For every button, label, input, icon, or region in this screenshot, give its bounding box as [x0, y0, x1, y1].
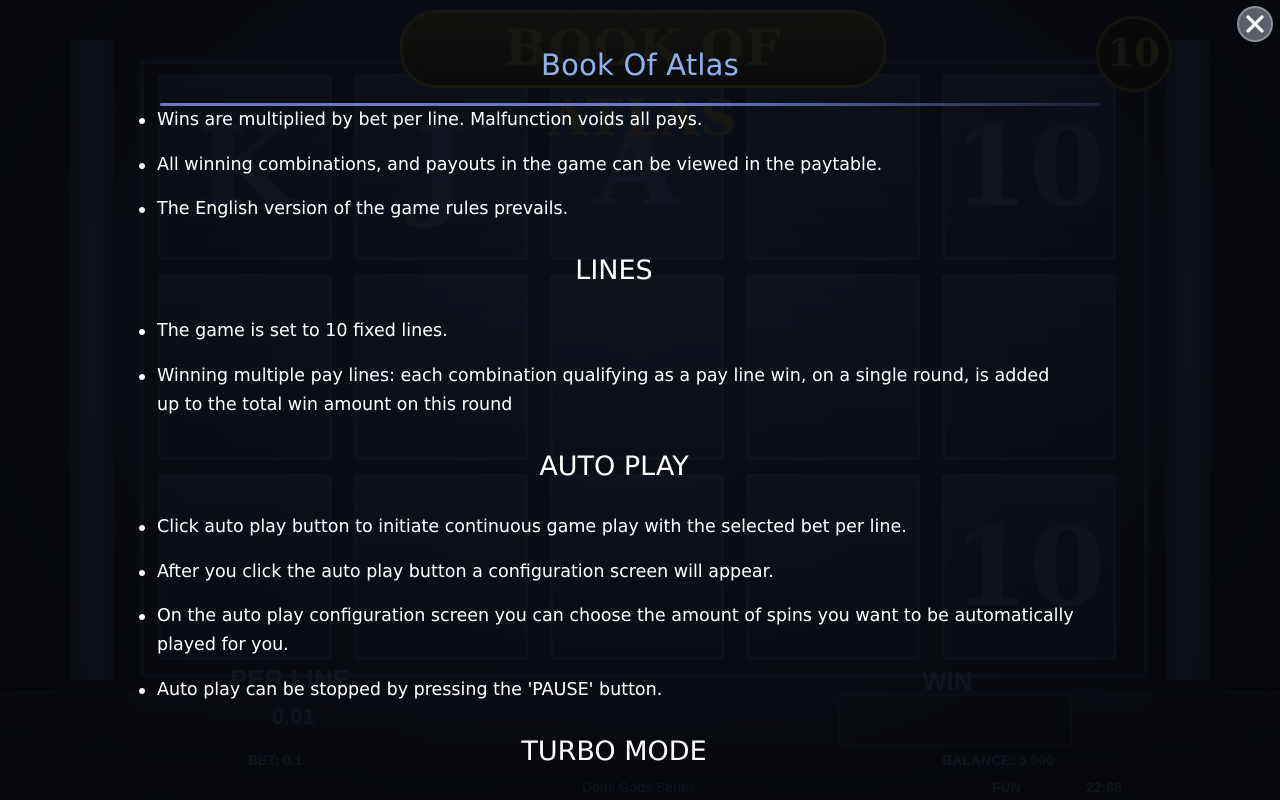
turbo-mode-heading: TURBO MODE [521, 736, 707, 767]
general-rules-list: Wins are multiplied by bet per line. Mal… [0, 106, 1257, 240]
list-item: Auto play can be stopped by pressing the… [139, 676, 1257, 705]
list-item: The game is set to 10 fixed lines. [139, 317, 1257, 346]
list-item: Winning multiple pay lines: each combina… [139, 362, 1257, 420]
list-item: Wins are multiplied by bet per line. Mal… [139, 106, 1257, 135]
game-rules-screen: K J A 10 10 BOOK OF ATLAS 10 PER LINE 0.… [0, 0, 1280, 800]
list-item: Click auto play button to initiate conti… [139, 513, 1257, 542]
auto-play-rules-list: Click auto play button to initiate conti… [0, 513, 1257, 720]
auto-play-heading: AUTO PLAY [539, 451, 689, 482]
list-item: The English version of the game rules pr… [139, 195, 1257, 224]
lines-rules-list: The game is set to 10 fixed lines. Winni… [0, 317, 1257, 435]
lines-heading: LINES [575, 255, 653, 286]
list-item: All winning combinations, and payouts in… [139, 151, 1257, 180]
list-item: After you click the auto play button a c… [139, 558, 1257, 587]
rules-content[interactable]: Wins are multiplied by bet per line. Mal… [0, 0, 1280, 800]
list-item: On the auto play configuration screen yo… [139, 602, 1257, 660]
